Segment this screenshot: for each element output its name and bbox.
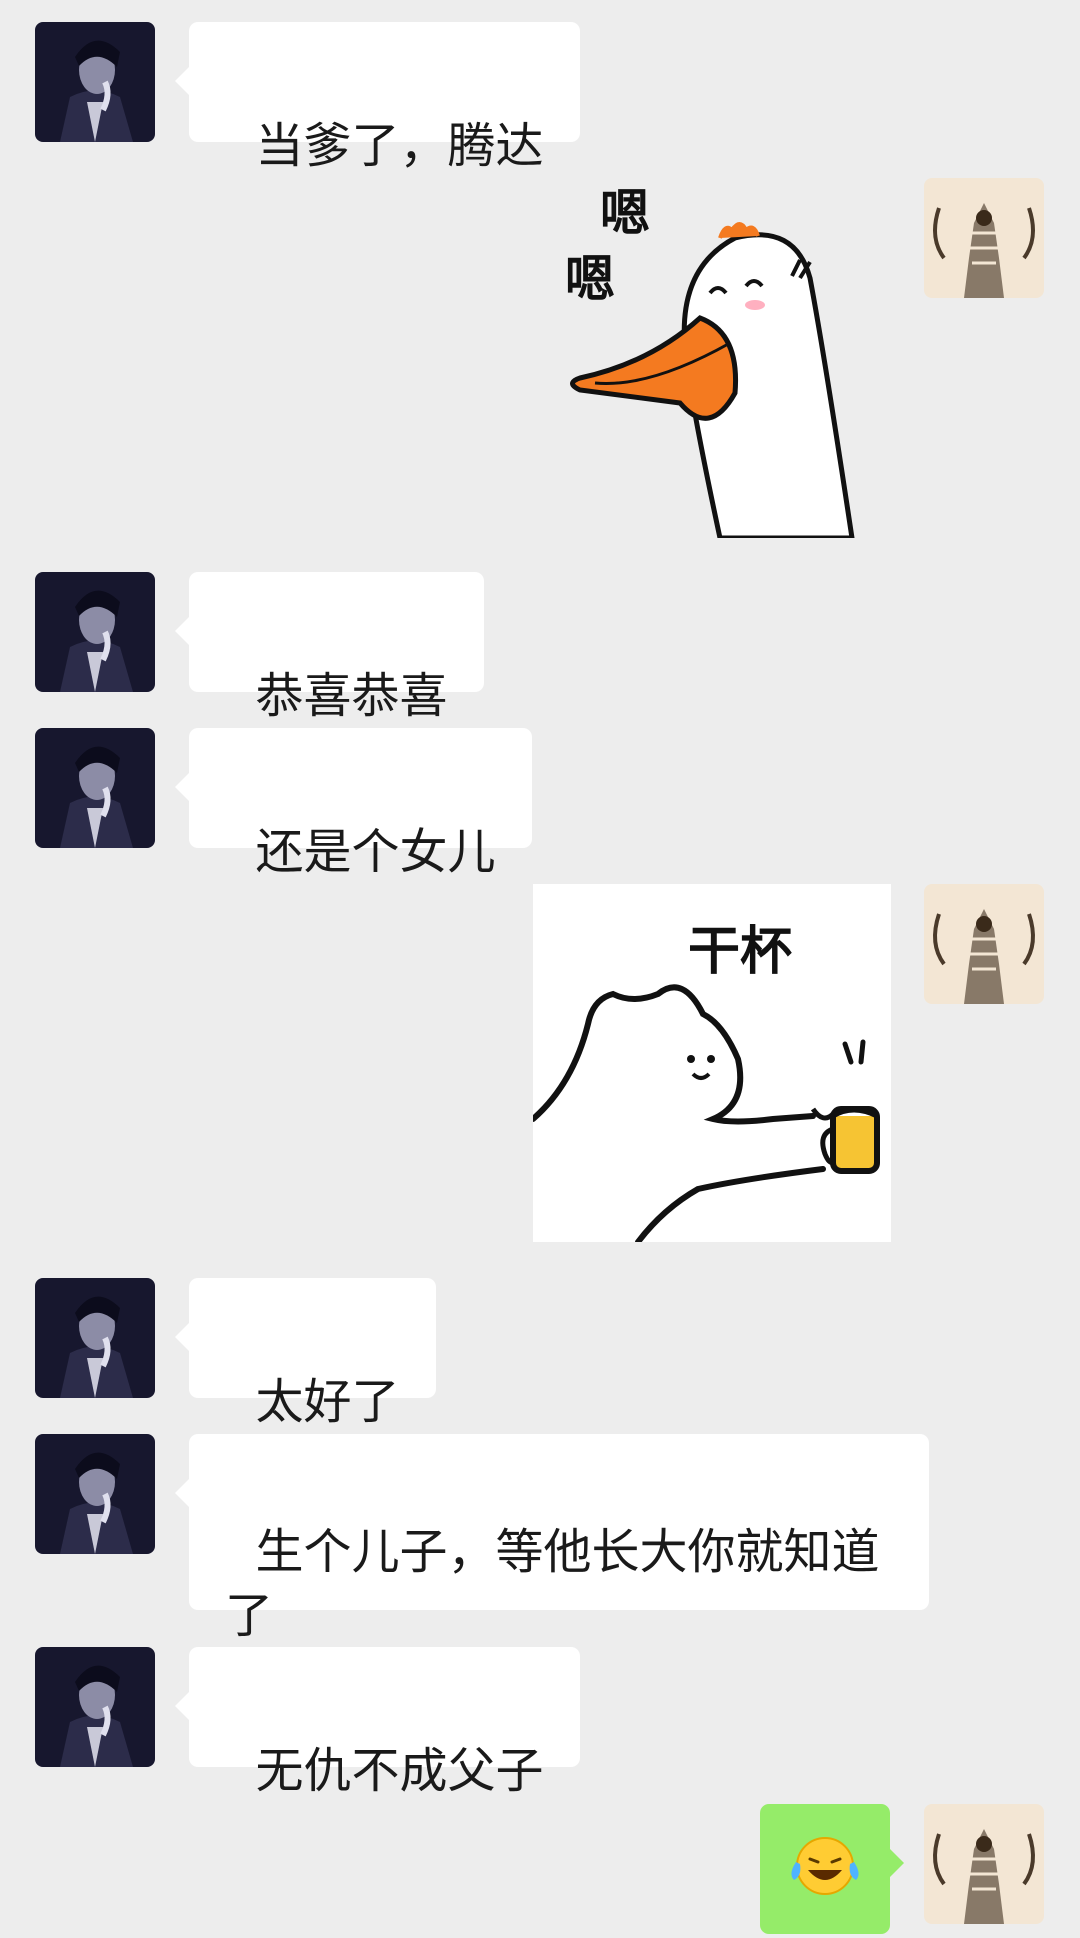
chat-screen: { "messages": [ {"id": "m1", "side": "le… [0, 0, 1080, 1934]
contact-avatar-icon [35, 1278, 155, 1398]
contact-avatar[interactable] [35, 1434, 155, 1554]
goose-sticker[interactable]: 嗯 嗯 [560, 178, 890, 538]
self-avatar-icon [924, 884, 1044, 1004]
contact-avatar[interactable] [35, 728, 155, 848]
message-text: 当爹了，腾达 [255, 118, 544, 174]
contact-avatar-icon [35, 22, 155, 142]
message-bubble[interactable]: 当爹了，腾达 [175, 22, 580, 174]
contact-avatar[interactable] [35, 1647, 155, 1767]
emoji-bubble[interactable] [760, 1804, 904, 1934]
laughing-crying-emoji-icon [791, 1837, 859, 1895]
goose-nodding-icon: 嗯 嗯 [565, 184, 855, 538]
contact-avatar[interactable] [35, 22, 155, 142]
sticker-caption: 干杯 [688, 922, 792, 982]
contact-avatar[interactable] [35, 572, 155, 692]
message-bubble[interactable]: 太好了 [175, 1278, 436, 1430]
message-text: 恭喜恭喜 [255, 668, 448, 724]
contact-avatar[interactable] [35, 1278, 155, 1398]
message-text: 还是个女儿 [255, 824, 496, 880]
message-text: 无仇不成父子 [255, 1743, 544, 1799]
contact-avatar-icon [35, 572, 155, 692]
cat-cheers-sticker[interactable]: 干杯 [533, 884, 891, 1242]
contact-avatar-icon [35, 1434, 155, 1554]
contact-avatar-icon [35, 728, 155, 848]
self-avatar-icon [924, 178, 1044, 298]
self-avatar[interactable] [924, 178, 1044, 298]
message-text: 太好了 [255, 1374, 400, 1430]
self-avatar[interactable] [924, 1804, 1044, 1924]
contact-avatar-icon [35, 1647, 155, 1767]
self-avatar[interactable] [924, 884, 1044, 1004]
sticker-caption-2: 嗯 [565, 250, 615, 308]
message-text: 生个儿子，等他长大你就知道 了 [225, 1524, 880, 1644]
message-bubble[interactable]: 恭喜恭喜 [175, 572, 484, 724]
message-bubble[interactable]: 无仇不成父子 [175, 1647, 580, 1799]
sticker-caption-1: 嗯 [600, 184, 650, 242]
cat-cheers-beer-icon: 干杯 [533, 922, 880, 1242]
self-avatar-icon [924, 1804, 1044, 1924]
message-bubble[interactable]: 还是个女儿 [175, 728, 532, 880]
message-bubble[interactable]: 生个儿子，等他长大你就知道 了 [175, 1434, 929, 1644]
